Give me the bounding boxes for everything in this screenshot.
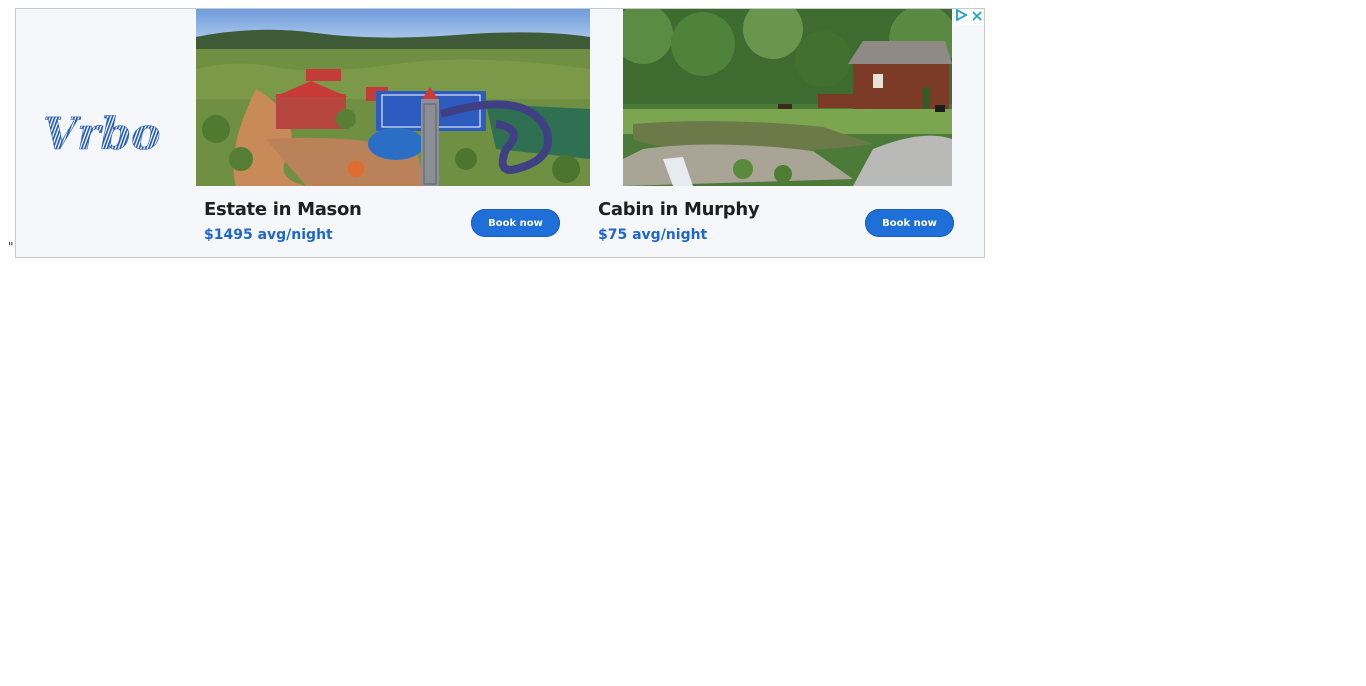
cabin-photo[interactable] [623, 9, 952, 186]
card-price-estate: $1495 avg/night [204, 227, 333, 243]
card-title-estate[interactable]: Estate in Mason [204, 199, 362, 220]
listing-card-cabin[interactable]: Cabin in Murphy $75 avg/night Book now [590, 9, 984, 257]
stray-quote-text: " [8, 240, 14, 254]
book-now-button-estate[interactable]: Book now [471, 209, 560, 237]
card-price-cabin: $75 avg/night [598, 227, 708, 243]
estate-photo[interactable] [196, 9, 590, 186]
card-title-cabin[interactable]: Cabin in Murphy [598, 199, 760, 220]
listing-card-estate[interactable]: Estate in Mason $1495 avg/night Book now [196, 9, 590, 257]
svg-text:Vrbo: Vrbo [43, 109, 160, 157]
adchoices-icon[interactable] [955, 9, 968, 26]
vrbo-ad-banner[interactable]: Vrbo Estate in Mason $1495 avg/night Boo… [15, 8, 985, 258]
book-now-button-cabin[interactable]: Book now [865, 209, 954, 237]
close-icon[interactable] [971, 9, 982, 26]
vrbo-logo-mark: Vrbo [43, 109, 161, 157]
vrbo-logo[interactable]: Vrbo [16, 9, 196, 257]
ad-controls[interactable] [952, 9, 984, 25]
